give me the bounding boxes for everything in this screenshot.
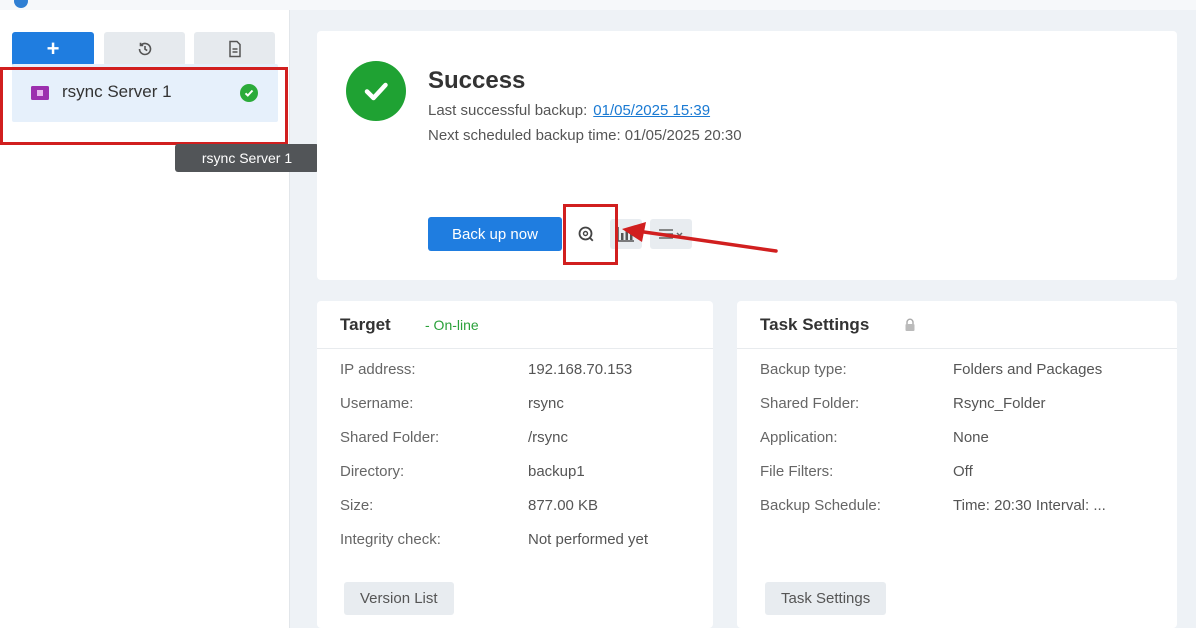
task-settings-title: Task Settings xyxy=(760,315,870,334)
next-backup-label: Next scheduled backup time: xyxy=(428,127,621,144)
log-button[interactable] xyxy=(194,32,275,66)
row-value: rsync xyxy=(528,395,564,412)
restore-button[interactable] xyxy=(104,32,185,66)
row-label: Username: xyxy=(340,395,414,412)
success-check-icon xyxy=(346,61,406,121)
target-panel: Target - On-line IP address: 192.168.70.… xyxy=(317,301,713,628)
row-label: IP address: xyxy=(340,361,416,378)
row-label: Shared Folder: xyxy=(760,395,860,412)
next-backup-line: Next scheduled backup time: 01/05/2025 2… xyxy=(428,127,742,144)
row-label: Backup type: xyxy=(760,361,847,378)
check-circle-icon xyxy=(240,84,258,102)
status-card: Success Last successful backup: 01/05/202… xyxy=(317,31,1177,280)
target-online-status: - On-line xyxy=(425,317,479,333)
target-panel-header: Target - On-line xyxy=(317,301,713,349)
last-backup-label: Last successful backup: xyxy=(428,102,588,119)
window-top-strip xyxy=(0,0,1196,10)
row-label: Integrity check: xyxy=(340,531,441,548)
row-label: File Filters: xyxy=(760,463,834,480)
task-settings-header: Task Settings xyxy=(737,301,1177,349)
row-value: Folders and Packages xyxy=(953,361,1103,378)
lock-icon xyxy=(905,318,915,331)
row-label: Shared Folder: xyxy=(340,429,440,446)
app-icon xyxy=(14,0,28,8)
row-value: /rsync xyxy=(528,429,569,446)
backup-task-item[interactable]: rsync Server 1 xyxy=(12,64,278,122)
menu-icon xyxy=(659,229,683,239)
sidebar-toolbar: + xyxy=(12,32,276,66)
bar-chart-icon xyxy=(617,227,634,242)
statistics-button[interactable] xyxy=(610,219,642,249)
last-backup-line: Last successful backup: 01/05/2025 15:39 xyxy=(428,102,710,119)
add-task-button[interactable]: + xyxy=(12,32,94,66)
row-value: Time: 20:30 Interval: ... xyxy=(953,497,1106,514)
row-value: 877.00 KB xyxy=(528,497,599,514)
task-tooltip: rsync Server 1 xyxy=(175,144,319,172)
row-value: Not performed yet xyxy=(528,531,649,548)
row-label: Backup Schedule: xyxy=(760,497,881,514)
row-value: backup1 xyxy=(528,463,585,480)
next-backup-value: 01/05/2025 20:30 xyxy=(624,127,742,144)
row-value: Rsync_Folder xyxy=(953,395,1046,412)
search-icon xyxy=(578,226,594,242)
row-value: None xyxy=(953,429,989,446)
version-list-button[interactable]: Version List xyxy=(344,582,454,615)
history-icon xyxy=(138,42,151,56)
row-value: 192.168.70.153 xyxy=(528,361,633,378)
task-settings-button[interactable]: Task Settings xyxy=(765,582,887,615)
row-label: Application: xyxy=(760,429,838,446)
row-label: Size: xyxy=(340,497,374,514)
task-name: rsync Server 1 xyxy=(62,82,172,101)
more-actions-dropdown[interactable] xyxy=(650,219,692,249)
row-label: Directory: xyxy=(340,463,405,480)
target-title: Target xyxy=(340,315,391,334)
back-up-now-button[interactable]: Back up now xyxy=(428,217,562,251)
browse-button[interactable] xyxy=(570,219,602,249)
row-value: Off xyxy=(953,463,973,480)
task-settings-panel: Task Settings Backup type: Folders and P… xyxy=(737,301,1177,628)
folder-icon xyxy=(31,86,49,100)
document-icon xyxy=(228,40,241,58)
last-backup-link[interactable]: 01/05/2025 15:39 xyxy=(593,102,710,119)
status-title: Success xyxy=(428,67,526,94)
